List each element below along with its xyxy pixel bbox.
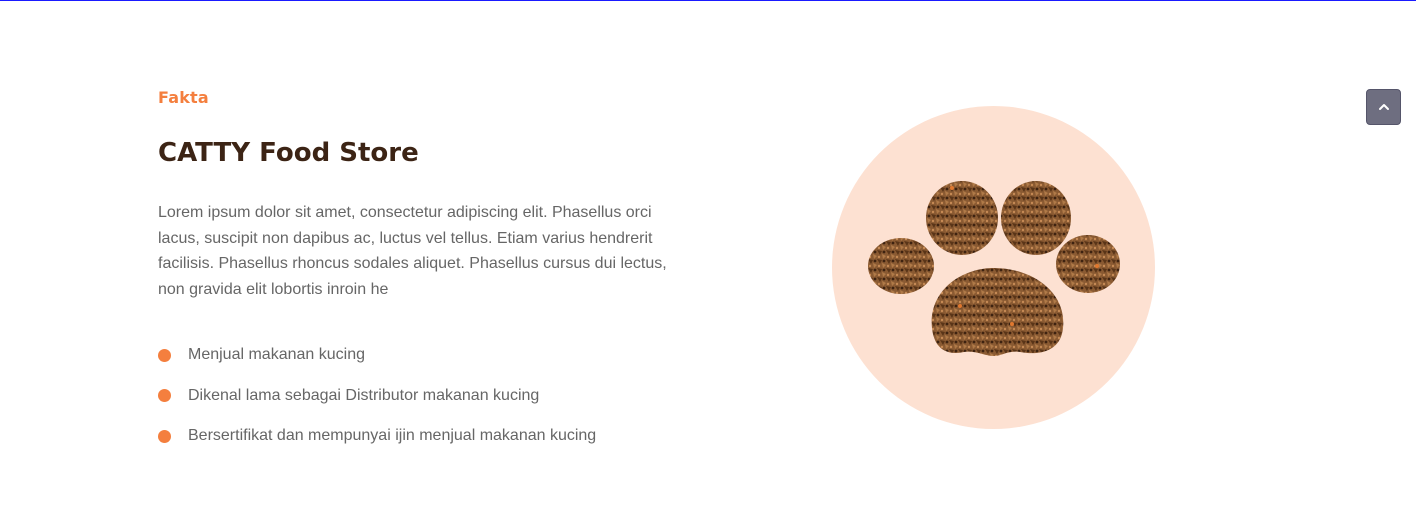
feature-item: Menjual makanan kucing [158,343,596,367]
bullet-dot-icon [158,429,171,443]
section-title: CATTY Food Store [158,138,419,168]
section-eyebrow: Fakta [158,88,209,107]
section-description: Lorem ipsum dolor sit amet, consectetur … [158,204,667,298]
feature-text: Dikenal lama sebagai Distributor makanan… [188,386,540,404]
feature-item: Bersertifikat dan mempunyai ijin menjual… [158,424,596,448]
feature-text: Menjual makanan kucing [188,346,365,363]
chevron-up-icon [1378,104,1389,110]
bullet-dot-icon [158,389,171,402]
paw-image-circle [832,106,1155,429]
feature-item: Dikenal lama sebagai Distributor makanan… [158,384,596,408]
feature-list: Menjual makanan kucing Dikenal lama seba… [158,343,596,465]
scroll-to-top-button[interactable] [1366,89,1401,125]
feature-text: Bersertifikat dan mempunyai ijin menjual… [188,427,597,444]
top-border-line [0,0,1416,1]
bullet-dot-icon [158,348,171,362]
paw-kibble-icon [868,181,1120,356]
